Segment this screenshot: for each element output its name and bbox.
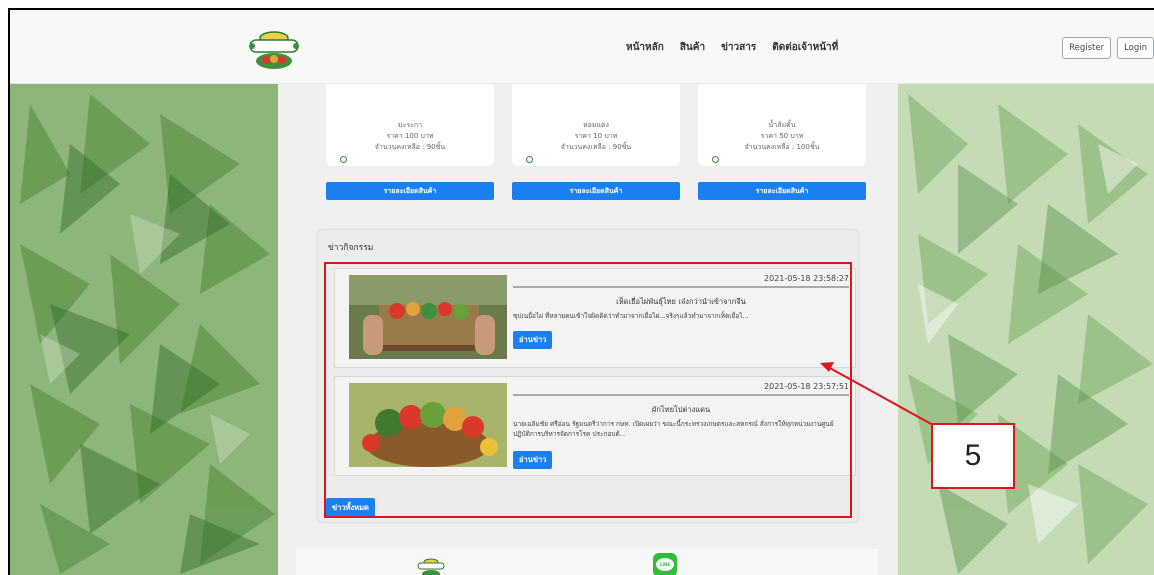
annotation-highlight-box [324, 262, 852, 518]
right-leaf-background [898, 84, 1154, 575]
product-stock: จำนวนคงเหลือ : 90ชิ้น [560, 143, 632, 151]
product-price: ราคา 100 บาท [386, 132, 434, 140]
product-stock: จำนวนคงเหลือ : 100ชิ้น [744, 143, 820, 151]
product-detail-button[interactable]: รายละเอียดสินค้า [326, 182, 494, 200]
footer: LINE [296, 549, 878, 575]
product-name: น้ำส้มคั้น [768, 121, 796, 129]
product-status-icon [526, 156, 533, 163]
product-status-icon [340, 156, 347, 163]
product-card: มะระกา ราคา 100 บาท จำนวนคงเหลือ : 90ชิ้… [326, 84, 494, 166]
line-app-icon[interactable]: LINE [653, 553, 677, 575]
auth-buttons: Register Login [1062, 37, 1154, 59]
site-logo[interactable] [244, 24, 304, 72]
product-detail-button[interactable]: รายละเอียดสินค้า [512, 182, 680, 200]
main-nav: หน้าหลัก สินค้า ข่าวสาร ติดต่อเจ้าหน้าที… [618, 40, 846, 55]
site-header: หน้าหลัก สินค้า ข่าวสาร ติดต่อเจ้าหน้าที… [10, 10, 1154, 84]
annotation-callout-number: 5 [931, 423, 1015, 489]
nav-item-news[interactable]: ข่าวสาร [713, 40, 764, 55]
product-stock: จำนวนคงเหลือ : 90ชิ้น [374, 143, 446, 151]
product-name: มะระกา [397, 121, 423, 129]
product-name: หอมแดง [583, 121, 609, 129]
nav-item-contact[interactable]: ติดต่อเจ้าหน้าที่ [764, 40, 846, 55]
nav-item-products[interactable]: สินค้า [672, 40, 713, 55]
login-button[interactable]: Login [1117, 37, 1154, 59]
product-card: น้ำส้มคั้น ราคา 50 บาท จำนวนคงเหลือ : 10… [698, 84, 866, 166]
left-leaf-background [10, 84, 278, 575]
product-status-icon [712, 156, 719, 163]
footer-logo [416, 555, 446, 575]
register-button[interactable]: Register [1062, 37, 1112, 59]
product-card: หอมแดง ราคา 10 บาท จำนวนคงเหลือ : 90ชิ้น [512, 84, 680, 166]
product-detail-button[interactable]: รายละเอียดสินค้า [698, 182, 866, 200]
nav-item-home[interactable]: หน้าหลัก [618, 40, 672, 55]
news-section-title: ข่าวกิจกรรม [328, 243, 374, 253]
product-price: ราคา 10 บาท [574, 132, 618, 140]
product-price: ราคา 50 บาท [760, 132, 804, 140]
